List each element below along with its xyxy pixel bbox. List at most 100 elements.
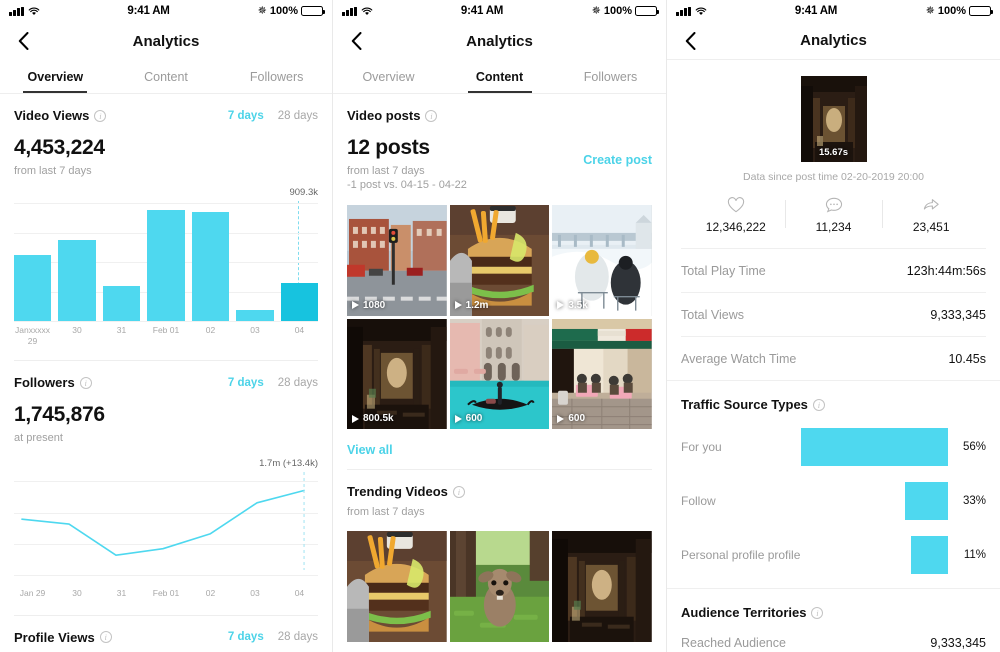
create-post-button[interactable]: Create post [583,153,652,191]
trending-video-cell[interactable] [347,531,447,642]
bar-column[interactable] [14,203,52,321]
section-followers: Followers i 7 days 28 days 1,745,876 at … [0,361,332,599]
metric-key: Total Views [681,308,744,322]
video-post-cell[interactable]: 800.5k [347,318,447,430]
play-icon [557,301,565,309]
tab-followers[interactable]: Followers [221,60,332,93]
traffic-source-row: For you 56% [681,428,986,466]
metric-row: Total Play Time 123h:44m:56s [681,248,986,292]
panel-content: 9:41 AM ✵ 100% Analytics Overview Conten… [333,0,667,652]
video-views-header: Video Views i 7 days 28 days [14,94,318,123]
traffic-source-percent: 33% [962,495,986,507]
followers-note: at present [14,432,63,445]
play-icon [557,414,565,423]
trending-header: Trending Videos i [347,470,652,499]
post-view-count: 800.5k [352,413,394,424]
info-icon[interactable]: i [452,485,465,498]
info-icon[interactable]: i [812,398,825,411]
audience-key: Reached Audience [681,636,786,650]
range-28-days[interactable]: 28 days [278,631,318,643]
tab-bar: Overview Content Followers [0,60,332,94]
trending-video-cell[interactable] [449,531,550,642]
post-thumbnail[interactable]: 15.67s [800,76,867,162]
x-tick-label: 31 [116,588,127,599]
info-icon[interactable]: i [425,109,438,122]
stat-likes: 12,346,222 [687,197,785,234]
back-button[interactable] [345,30,367,52]
range-7-days[interactable]: 7 days [228,110,264,122]
video-post-cell[interactable]: 3.5k [552,205,652,316]
traffic-source-name: Follow [681,493,716,508]
post-view-count-label: 800.5k [363,413,394,425]
tab-followers[interactable]: Followers [555,60,666,93]
back-button[interactable] [679,30,701,52]
video-post-cell[interactable]: 600 [449,318,550,430]
stat-shares: 23,451 [882,197,980,234]
range-28-days[interactable]: 28 days [278,377,318,389]
trending-title: Trending Videos [347,484,448,500]
screenshot-root: 9:41 AM ✵ 100% Analytics Overview Conten… [0,0,1000,652]
trending-video-cell[interactable] [552,531,652,642]
bluetooth-icon: ✵ [591,4,601,17]
traffic-source-bar-zone [801,536,948,574]
post-view-count-label: 600 [568,413,586,425]
x-tick-label: Janxxxxx 29 [15,325,51,346]
metric-value: 123h:44m:56s [906,264,986,278]
wifi-icon [695,7,706,15]
tab-overview[interactable]: Overview [333,60,444,93]
metric-value: 10.45s [948,352,986,366]
traffic-source-percent: 11% [963,549,986,561]
status-right: ✵ 100% [925,4,993,17]
range-28-days[interactable]: 28 days [278,110,318,122]
engagement-stats: 12,346,222 11,234 23,451 [667,197,1000,248]
tab-bar: Overview Content Followers [333,60,666,94]
trending-grid [347,531,652,642]
traffic-source-name: Personal profile profile [681,547,801,562]
metric-row: Average Watch Time 10.45s [681,336,986,380]
video-post-cell[interactable]: 1080 [347,205,447,316]
section-audience-territories: Audience Territories i Reached Audience … [667,588,1000,652]
view-all-link[interactable]: View all [347,429,652,469]
range-7-days[interactable]: 7 days [228,631,264,643]
trending-note: from last 7 days [347,506,425,519]
back-button[interactable] [12,30,34,52]
range-7-days[interactable]: 7 days [228,377,264,389]
video-posts-header: Video posts i [347,94,652,123]
post-view-count: 1.2m [454,300,488,311]
traffic-source-row: Personal profile profile 11% [681,536,986,574]
audience-title: Audience Territories [681,605,807,620]
bar-column[interactable] [58,203,96,321]
info-icon[interactable]: i [94,109,107,122]
info-icon[interactable]: i [811,606,824,619]
tab-overview[interactable]: Overview [0,60,111,93]
post-thumbnail-block: 15.67s Data since post time 02-20-2019 2… [667,60,1000,183]
bar-column[interactable] [280,203,318,321]
bar-column[interactable] [147,203,185,321]
video-views-range-toggle: 7 days 28 days [228,110,318,122]
play-icon [454,301,462,310]
traffic-source-bar [801,428,948,466]
video-post-cell[interactable]: 600 [552,318,652,430]
post-view-count-label: 600 [465,413,483,425]
status-right: ✵ 100% [591,4,659,17]
bar-column[interactable] [236,203,274,321]
info-icon[interactable]: i [99,631,112,644]
followers-line-chart: 1.7m (+13.4k) [14,458,318,584]
tab-content[interactable]: Content [444,60,555,93]
bar-column[interactable] [102,203,141,321]
bluetooth-icon: ✵ [925,4,935,17]
bar-column[interactable] [191,203,230,321]
play-icon [352,414,359,423]
burger-food-thumbnail [347,531,447,642]
x-tick-label: 30 [72,588,82,599]
info-icon[interactable]: i [79,376,92,389]
traffic-source-bar [911,536,948,574]
status-left [9,6,40,16]
tab-content[interactable]: Content [111,60,222,93]
post-view-count-label: 3.5k [568,299,588,311]
cellular-signal-icon [342,6,357,16]
video-posts-count-group: 12 posts from last 7 days -1 post vs. 04… [347,123,467,191]
section-trending-videos: Trending Videos i from last 7 days [333,470,666,642]
section-video-views: Video Views i 7 days 28 days 4,453,224 f… [0,94,332,346]
video-post-cell[interactable]: 1.2m [449,205,550,316]
